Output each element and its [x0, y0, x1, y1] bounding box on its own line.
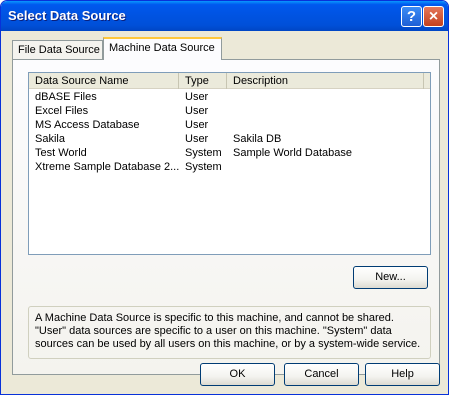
title-bar[interactable]: Select Data Source ? × — [1, 1, 448, 31]
help-button[interactable]: Help — [365, 363, 440, 386]
data-source-description — [227, 160, 424, 174]
data-source-type: User — [185, 91, 209, 103]
column-header-type[interactable]: Type — [179, 73, 227, 89]
ok-button[interactable]: OK — [200, 363, 275, 386]
data-source-list[interactable]: Data Source Name Type Description dBASE … — [28, 72, 431, 255]
data-source-name: Sakila — [35, 133, 65, 145]
data-source-name: Test World — [35, 147, 87, 159]
window-title: Select Data Source — [8, 8, 126, 23]
list-header: Data Source Name Type Description — [29, 73, 430, 89]
data-source-name: dBASE Files — [35, 91, 97, 103]
list-item[interactable]: Excel Files User — [29, 104, 430, 118]
data-source-description: Sample World Database — [233, 147, 353, 159]
tab-file-data-source[interactable]: File Data Source — [12, 40, 103, 59]
data-source-type: User — [185, 133, 209, 145]
data-source-description — [227, 104, 424, 118]
data-source-type: System — [185, 147, 222, 159]
cancel-button[interactable]: Cancel — [284, 363, 359, 386]
tab-machine-data-source[interactable]: Machine Data Source — [103, 37, 222, 60]
data-source-description — [227, 90, 424, 104]
data-source-name: Xtreme Sample Database 2... — [35, 161, 179, 173]
info-text-line: sources can be used by all users on this… — [35, 338, 421, 350]
list-item[interactable]: Xtreme Sample Database 2... System — [29, 160, 430, 174]
machine-data-source-panel: Data Source Name Type Description dBASE … — [12, 59, 440, 375]
list-item[interactable]: Sakila User Sakila DB — [29, 132, 430, 146]
machine-data-source-info: A Machine Data Source is specific to thi… — [28, 306, 431, 359]
column-header-name[interactable]: Data Source Name — [29, 73, 179, 89]
info-text-line: A Machine Data Source is specific to thi… — [35, 312, 394, 324]
select-data-source-dialog: Select Data Source ? × File Data Source … — [0, 0, 449, 395]
data-source-type: User — [185, 105, 209, 117]
new-data-source-button[interactable]: New... — [353, 266, 428, 289]
list-item[interactable]: Test World System Sample World Database — [29, 146, 430, 160]
data-source-name: MS Access Database — [35, 119, 140, 131]
list-item[interactable]: MS Access Database User — [29, 118, 430, 132]
dialog-body: File Data Source Machine Data Source Dat… — [4, 31, 445, 393]
help-icon[interactable]: ? — [401, 6, 422, 27]
info-text-line: "User" data sources are specific to a us… — [35, 325, 392, 337]
data-source-description: Sakila DB — [233, 133, 282, 145]
data-source-type: System — [185, 161, 222, 173]
close-icon[interactable]: × — [423, 6, 444, 27]
data-source-name: Excel Files — [35, 105, 89, 117]
column-header-description[interactable]: Description — [227, 73, 424, 89]
data-source-type: User — [185, 119, 209, 131]
list-item[interactable]: dBASE Files User — [29, 90, 430, 104]
data-source-description — [227, 118, 424, 132]
